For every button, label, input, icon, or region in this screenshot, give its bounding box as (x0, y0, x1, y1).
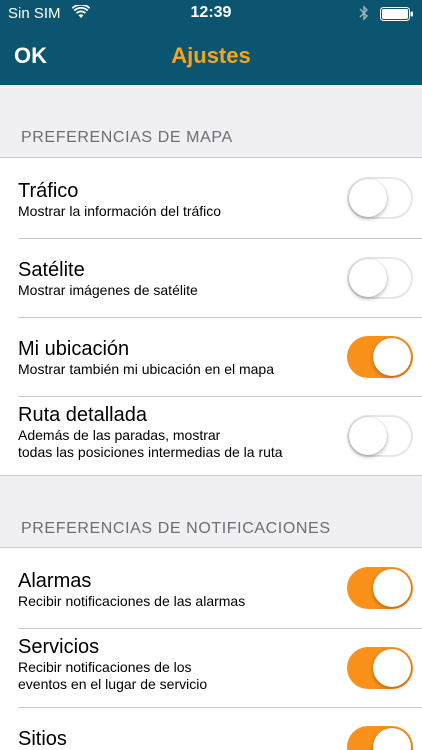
alarms-toggle[interactable] (347, 567, 413, 609)
setting-label: Ruta detallada (18, 404, 147, 426)
setting-row-detailed-route: Ruta detallada Además de las paradas, mo… (0, 396, 422, 475)
battery-icon (380, 7, 413, 21)
traffic-toggle[interactable] (347, 177, 413, 219)
toggle-knob (373, 649, 411, 687)
setting-label: Servicios (18, 636, 100, 658)
setting-row-services: Servicios Recibir notificaciones de los … (0, 628, 422, 707)
setting-description: eventos en el lugar de servicio (18, 676, 208, 692)
setting-label: Mi ubicación (18, 338, 130, 360)
page-title: Ajustes (171, 43, 251, 68)
setting-row-my-location: Mi ubicación Mostrar también mi ubicació… (0, 317, 422, 396)
toggle-knob (349, 417, 387, 455)
my-location-toggle[interactable] (347, 336, 413, 378)
toggle-knob (373, 569, 411, 607)
setting-description: todas las posiciones intermedias de la r… (18, 444, 283, 460)
satellite-toggle[interactable] (347, 257, 413, 299)
setting-label: Alarmas (18, 570, 92, 592)
status-bar: Sin SIM 12:39 (0, 0, 422, 28)
setting-row-alarms: Alarmas Recibir notificaciones de las al… (0, 548, 422, 628)
setting-row-satellite: Satélite Mostrar imágenes de satélite (0, 238, 422, 317)
setting-label: Sitios (18, 728, 67, 750)
setting-label: Tráfico (18, 180, 79, 202)
services-toggle[interactable] (347, 647, 413, 689)
setting-description: Recibir notificaciones de los (18, 659, 192, 675)
toggle-knob (349, 259, 387, 297)
setting-description: Recibir notificaciones de las alarmas (18, 593, 246, 609)
settings-screen: Sin SIM 12:39 OK Ajustes PREFERENCIAS DE… (0, 0, 422, 750)
setting-row-traffic: Tráfico Mostrar la información del tráfi… (0, 158, 422, 238)
detailed-route-toggle[interactable] (347, 415, 413, 457)
notification-preferences-group: Alarmas Recibir notificaciones de las al… (0, 547, 422, 750)
setting-description: Mostrar la información del tráfico (18, 203, 222, 219)
setting-description: Mostrar imágenes de satélite (18, 282, 198, 298)
toggle-knob (373, 338, 411, 376)
map-preferences-group: Tráfico Mostrar la información del tráfi… (0, 157, 422, 476)
section-header-map: PREFERENCIAS DE MAPA (21, 129, 233, 146)
sites-toggle[interactable] (347, 726, 413, 750)
setting-description: Además de las paradas, mostrar (18, 427, 221, 443)
bluetooth-icon (359, 5, 368, 21)
setting-label: Satélite (18, 259, 85, 281)
toggle-knob (349, 179, 387, 217)
navigation-bar: OK Ajustes (0, 28, 422, 85)
section-header-notifications: PREFERENCIAS DE NOTIFICACIONES (21, 520, 331, 537)
setting-row-sites: Sitios (0, 707, 422, 750)
toggle-knob (373, 728, 411, 750)
setting-description: Mostrar también mi ubicación en el mapa (18, 361, 275, 377)
